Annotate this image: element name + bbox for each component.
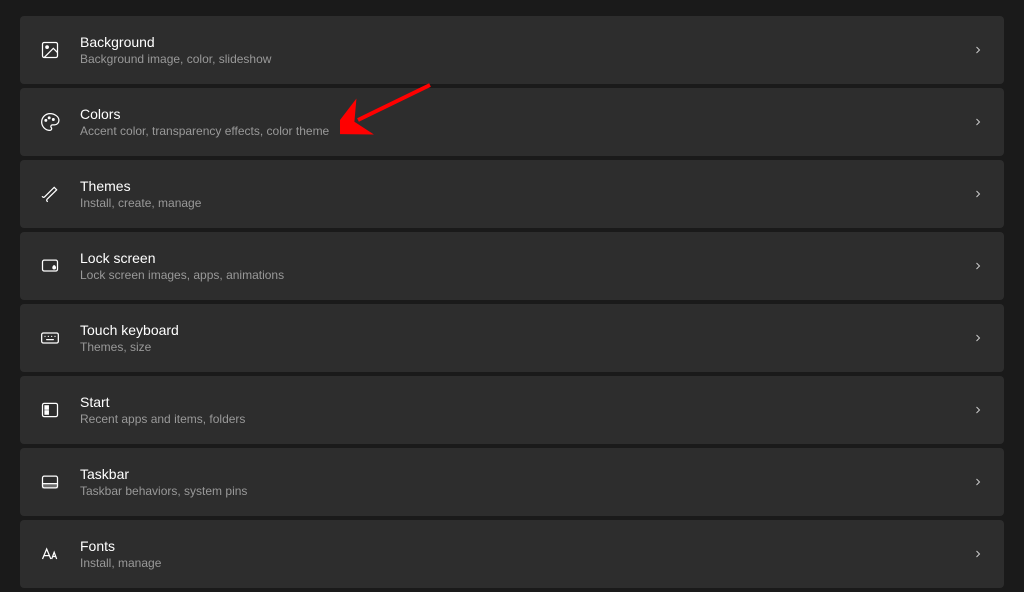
settings-item-text: Colors Accent color, transparency effect… <box>80 106 970 138</box>
chevron-right-icon <box>970 330 986 346</box>
image-icon <box>38 38 62 62</box>
settings-item-title: Lock screen <box>80 250 970 266</box>
chevron-right-icon <box>970 474 986 490</box>
settings-item-subtitle: Install, create, manage <box>80 196 970 210</box>
lock-screen-icon <box>38 254 62 278</box>
settings-item-subtitle: Accent color, transparency effects, colo… <box>80 124 970 138</box>
settings-item-subtitle: Lock screen images, apps, animations <box>80 268 970 282</box>
settings-item-background[interactable]: Background Background image, color, slid… <box>20 16 1004 84</box>
settings-item-subtitle: Background image, color, slideshow <box>80 52 970 66</box>
start-icon <box>38 398 62 422</box>
chevron-right-icon <box>970 186 986 202</box>
settings-item-title: Taskbar <box>80 466 970 482</box>
settings-item-text: Lock screen Lock screen images, apps, an… <box>80 250 970 282</box>
settings-item-text: Touch keyboard Themes, size <box>80 322 970 354</box>
settings-item-title: Colors <box>80 106 970 122</box>
settings-item-title: Fonts <box>80 538 970 554</box>
settings-item-text: Start Recent apps and items, folders <box>80 394 970 426</box>
settings-item-subtitle: Themes, size <box>80 340 970 354</box>
settings-item-taskbar[interactable]: Taskbar Taskbar behaviors, system pins <box>20 448 1004 516</box>
settings-list: Background Background image, color, slid… <box>20 16 1004 588</box>
settings-item-text: Taskbar Taskbar behaviors, system pins <box>80 466 970 498</box>
settings-item-touch-keyboard[interactable]: Touch keyboard Themes, size <box>20 304 1004 372</box>
settings-item-title: Themes <box>80 178 970 194</box>
settings-item-start[interactable]: Start Recent apps and items, folders <box>20 376 1004 444</box>
settings-item-text: Fonts Install, manage <box>80 538 970 570</box>
chevron-right-icon <box>970 114 986 130</box>
chevron-right-icon <box>970 402 986 418</box>
settings-item-title: Touch keyboard <box>80 322 970 338</box>
settings-item-title: Start <box>80 394 970 410</box>
settings-item-subtitle: Install, manage <box>80 556 970 570</box>
taskbar-icon <box>38 470 62 494</box>
settings-item-colors[interactable]: Colors Accent color, transparency effect… <box>20 88 1004 156</box>
settings-item-text: Background Background image, color, slid… <box>80 34 970 66</box>
settings-item-subtitle: Taskbar behaviors, system pins <box>80 484 970 498</box>
keyboard-icon <box>38 326 62 350</box>
brush-icon <box>38 182 62 206</box>
chevron-right-icon <box>970 42 986 58</box>
settings-item-subtitle: Recent apps and items, folders <box>80 412 970 426</box>
settings-item-title: Background <box>80 34 970 50</box>
settings-item-themes[interactable]: Themes Install, create, manage <box>20 160 1004 228</box>
fonts-icon <box>38 542 62 566</box>
chevron-right-icon <box>970 258 986 274</box>
settings-item-lock-screen[interactable]: Lock screen Lock screen images, apps, an… <box>20 232 1004 300</box>
palette-icon <box>38 110 62 134</box>
chevron-right-icon <box>970 546 986 562</box>
settings-item-text: Themes Install, create, manage <box>80 178 970 210</box>
settings-item-fonts[interactable]: Fonts Install, manage <box>20 520 1004 588</box>
